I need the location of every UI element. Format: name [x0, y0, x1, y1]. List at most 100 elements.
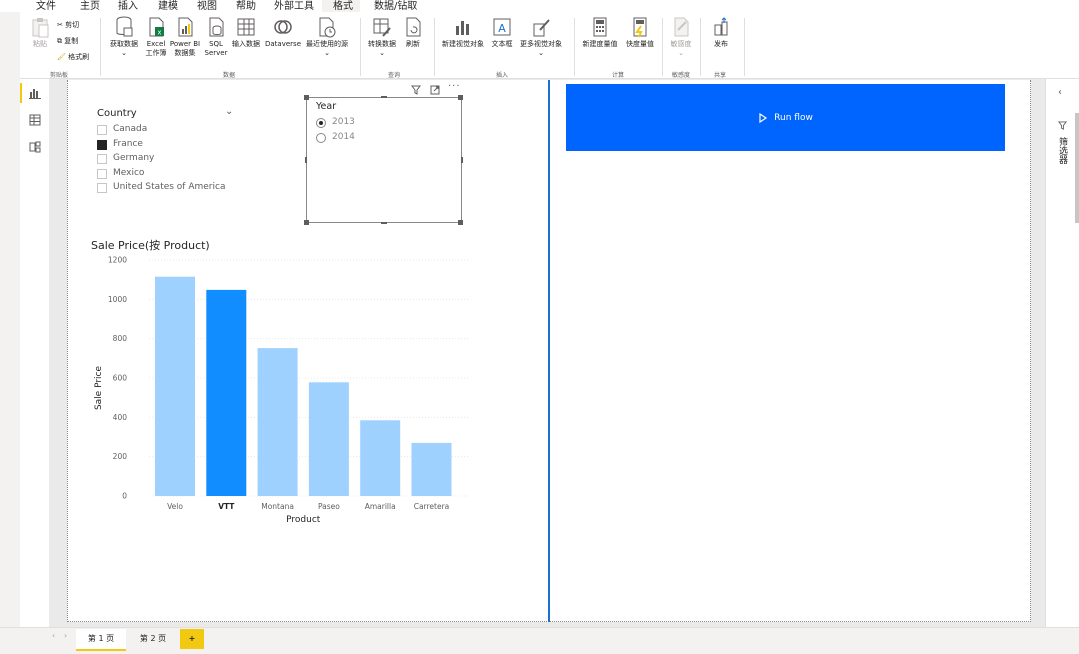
paste-icon — [32, 18, 49, 38]
get-data-label: 获取数据 — [110, 40, 138, 48]
year-radio[interactable] — [316, 118, 326, 128]
cut-button[interactable]: ✂ 剪切 — [57, 20, 79, 30]
year-radio[interactable] — [316, 132, 326, 143]
dataverse-button[interactable]: Dataverse — [264, 16, 302, 49]
resize-handle[interactable] — [381, 222, 387, 224]
bar-vtt[interactable] — [206, 289, 247, 496]
x-tick-label: Amarilla — [365, 502, 396, 511]
tab-file[interactable]: 文件 — [36, 0, 56, 12]
bar-montana[interactable] — [257, 348, 298, 496]
country-checkbox[interactable] — [97, 183, 107, 193]
y-tick-label: 0 — [122, 492, 127, 501]
focus-mode-icon[interactable] — [430, 85, 440, 95]
year-option-label[interactable]: 2013 — [332, 117, 355, 127]
insert-group-label: 插入 — [496, 72, 509, 79]
x-tick-label: VTT — [218, 502, 235, 511]
table-icon — [237, 18, 255, 36]
chevron-left-icon[interactable]: ‹ — [52, 631, 55, 640]
sql-server-button[interactable]: SQL Server — [203, 16, 229, 58]
query-group-label: 查询 — [388, 72, 401, 79]
quick-measure-icon — [633, 17, 647, 38]
resize-handle[interactable] — [381, 96, 387, 98]
more-options-icon[interactable]: ··· — [448, 81, 461, 92]
tab-data-drill[interactable]: 数据/钻取 — [374, 0, 417, 12]
copy-icon: ⧉ — [57, 37, 62, 45]
tab-modeling[interactable]: 建模 — [158, 0, 178, 12]
page-tab-2[interactable]: 第 2 页 — [128, 629, 178, 649]
excel-button[interactable]: x Excel 工作簿 — [143, 16, 169, 58]
quick-measure-button[interactable]: 快度量值 — [622, 16, 658, 49]
filters-label[interactable]: 筛选器 — [1056, 137, 1069, 164]
refresh-button[interactable]: 刷新 — [400, 16, 426, 49]
chevron-right-icon[interactable]: › — [64, 631, 67, 640]
text-box-button[interactable]: A 文本框 — [488, 16, 516, 49]
bar-chart-icon — [456, 21, 469, 35]
format-painter-label: 格式刷 — [68, 53, 90, 61]
new-visual-button[interactable]: 新建视觉对象 — [438, 16, 488, 49]
resize-handle[interactable] — [458, 220, 463, 225]
add-page-button[interactable]: + — [180, 629, 204, 649]
country-option-label[interactable]: Canada — [113, 124, 147, 134]
sensitivity-button[interactable]: 敏感度 ⌄ — [666, 16, 696, 58]
powerbi-label-2: 数据集 — [174, 49, 196, 57]
year-slicer[interactable] — [306, 97, 462, 223]
country-checkbox[interactable] — [97, 125, 107, 135]
enter-data-button[interactable]: 输入数据 — [227, 16, 265, 49]
brush-icon: 🖌 — [57, 53, 66, 61]
country-option-label[interactable]: Germany — [113, 153, 154, 163]
new-measure-button[interactable]: 新建度量值 — [578, 16, 622, 49]
report-view-icon[interactable] — [29, 87, 41, 99]
transform-label: 转换数据 — [368, 40, 396, 48]
country-option-label[interactable]: France — [113, 139, 143, 149]
format-painter-button[interactable]: 🖌 格式刷 — [57, 52, 89, 62]
year-option-label[interactable]: 2014 — [332, 132, 355, 142]
country-checkbox[interactable] — [97, 168, 107, 179]
model-view-icon[interactable] — [29, 141, 41, 153]
tab-help[interactable]: 帮助 — [236, 0, 256, 12]
database-icon — [116, 16, 133, 37]
country-checkbox[interactable] — [97, 139, 107, 150]
x-tick-label: Carretera — [414, 502, 450, 511]
year-slicer-title: Year — [316, 101, 337, 112]
ribbon-separator — [100, 18, 101, 76]
text-box-icon: A — [493, 18, 511, 36]
resize-handle[interactable] — [304, 220, 309, 225]
powerbi-dataset-button[interactable]: Power BI 数据集 — [168, 16, 202, 58]
bar-carretera[interactable] — [411, 442, 452, 496]
excel-label-1: Excel — [146, 40, 166, 48]
page-tab-1[interactable]: 第 1 页 — [76, 629, 126, 651]
country-option-label[interactable]: United States of America — [113, 182, 225, 192]
paste-button[interactable]: 粘贴 — [28, 16, 52, 49]
clipboard-group-label: 剪贴板 — [50, 72, 69, 79]
data-view-icon[interactable] — [29, 114, 41, 126]
get-data-button[interactable]: 获取数据 ⌄ — [106, 16, 142, 58]
bar-velo[interactable] — [155, 276, 195, 496]
more-visuals-button[interactable]: 更多视觉对象 ⌄ — [516, 16, 566, 58]
recent-sources-button[interactable]: 最近使用的源 ⌄ — [302, 16, 352, 58]
tab-insert[interactable]: 插入 — [118, 0, 138, 12]
transform-data-button[interactable]: 转换数据 ⌄ — [364, 16, 400, 58]
resize-handle[interactable] — [305, 157, 307, 163]
bar-amarilla[interactable] — [360, 420, 401, 496]
resize-handle[interactable] — [461, 157, 463, 163]
publish-button[interactable]: 发布 — [706, 16, 736, 49]
more-visuals-icon — [533, 19, 550, 37]
tab-home[interactable]: 主页 — [78, 0, 102, 16]
filter-icon[interactable] — [411, 85, 421, 95]
country-option-label[interactable]: Mexico — [113, 168, 144, 178]
country-checkbox[interactable] — [97, 154, 107, 164]
resize-handle[interactable] — [458, 95, 463, 100]
tab-view[interactable]: 视图 — [197, 0, 217, 12]
data-group-label: 数据 — [223, 72, 236, 79]
tab-format[interactable]: 格式 — [333, 0, 353, 12]
resize-handle[interactable] — [304, 95, 309, 100]
quick-measure-label: 快度量值 — [626, 40, 654, 48]
ribbon-separator — [434, 18, 435, 76]
chevron-left-icon[interactable]: ‹ — [1058, 87, 1062, 98]
tab-external-tools[interactable]: 外部工具 — [274, 0, 314, 12]
chevron-down-icon: ⌄ — [538, 49, 544, 57]
chevron-down-icon[interactable]: ⌄ — [225, 106, 233, 117]
copy-button[interactable]: ⧉ 复制 — [57, 36, 78, 46]
bar-paseo[interactable] — [308, 382, 349, 496]
run-flow-button[interactable]: Run flow — [566, 84, 1005, 151]
